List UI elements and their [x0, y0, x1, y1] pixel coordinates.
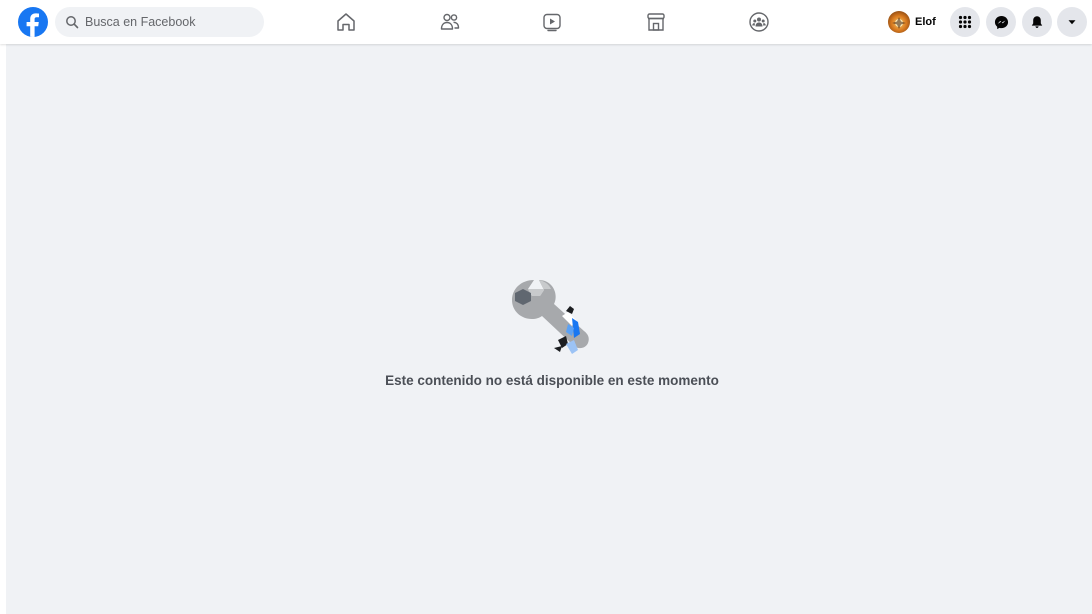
grid-menu-icon — [958, 15, 972, 29]
unavailable-message: Este contenido no está disponible en est… — [385, 373, 719, 388]
facebook-f-icon — [26, 13, 39, 37]
friends-icon — [440, 13, 460, 30]
tab-home[interactable] — [318, 4, 374, 40]
bell-icon — [1031, 16, 1043, 28]
messenger-icon — [994, 15, 1008, 29]
tab-watch[interactable] — [524, 4, 580, 40]
account-menu-button[interactable] — [1057, 7, 1087, 37]
profile-button[interactable]: Elof — [886, 8, 942, 36]
search-icon — [65, 15, 79, 29]
search-input[interactable] — [85, 15, 255, 29]
home-icon — [337, 13, 355, 31]
search-box[interactable] — [55, 7, 264, 37]
top-navigation-bar: Elof — [0, 0, 1092, 44]
caret-down-icon — [1068, 20, 1076, 25]
facebook-logo[interactable] — [18, 7, 48, 37]
notifications-button[interactable] — [1022, 7, 1052, 37]
avatar — [888, 11, 910, 33]
marketplace-store-icon — [647, 13, 665, 31]
tab-friends[interactable] — [422, 4, 478, 40]
menu-button[interactable] — [950, 7, 980, 37]
tab-groups[interactable] — [731, 4, 787, 40]
profile-name: Elof — [915, 16, 936, 28]
broken-wrench-icon — [506, 276, 598, 358]
groups-icon — [749, 12, 769, 32]
tab-marketplace[interactable] — [628, 4, 684, 40]
messenger-button[interactable] — [986, 7, 1016, 37]
video-play-icon — [543, 13, 561, 32]
